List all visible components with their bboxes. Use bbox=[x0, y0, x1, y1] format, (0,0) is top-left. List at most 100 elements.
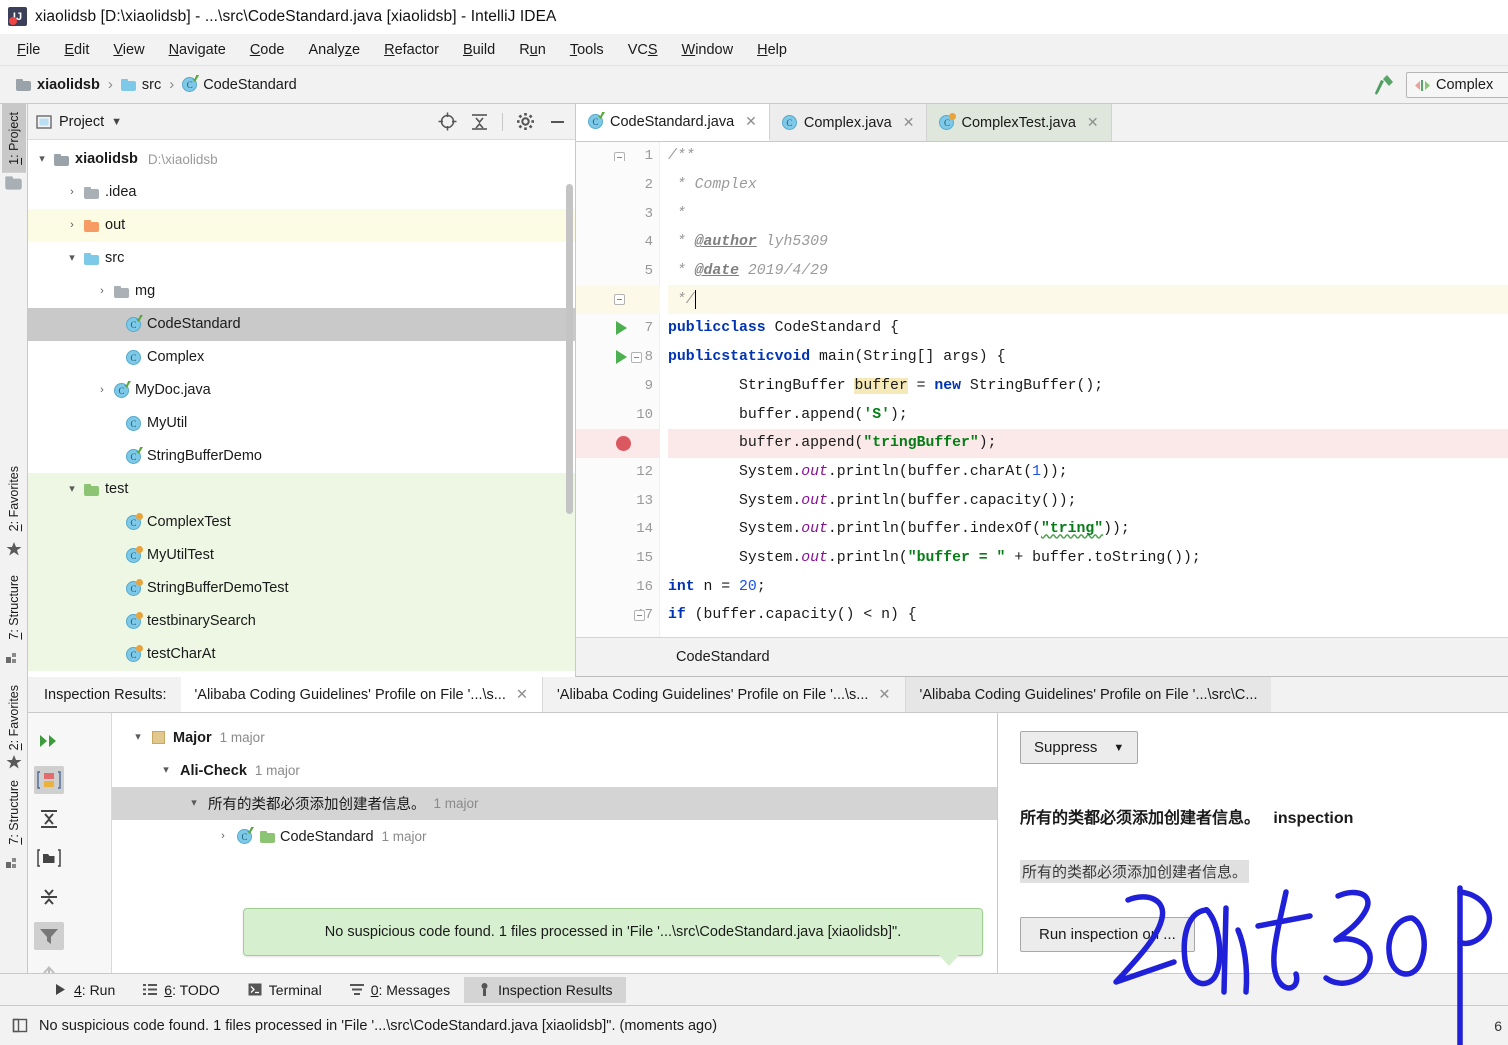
chevron-right-icon[interactable]: › bbox=[66, 220, 78, 231]
inspection-node-rule[interactable]: ▾ 所有的类都必须添加创建者信息。 1 major bbox=[112, 787, 997, 820]
menu-help[interactable]: Help bbox=[746, 39, 798, 61]
tree-node-mydoc[interactable]: › MyDoc.java bbox=[28, 374, 575, 407]
tree-node-stringbufferdemotest[interactable]: StringBufferDemoTest bbox=[28, 572, 575, 605]
close-icon[interactable]: ✕ bbox=[903, 114, 915, 131]
minimize-icon[interactable] bbox=[548, 112, 567, 131]
fold-region-icon[interactable] bbox=[631, 351, 642, 363]
menu-file[interactable]: File bbox=[6, 39, 51, 61]
tree-node-testcharat[interactable]: testCharAt bbox=[28, 638, 575, 671]
suppress-dropdown[interactable]: Suppress ▼ bbox=[1020, 731, 1139, 764]
sidebar-tab-favorites[interactable]: 2: Favorites bbox=[2, 458, 26, 539]
tree-node-complex[interactable]: Complex bbox=[28, 341, 575, 374]
sidebar-tab-favorites-2[interactable]: 2: Favorites bbox=[2, 677, 26, 752]
sidebar-tab-structure-2[interactable]: 7: Structure bbox=[2, 772, 26, 853]
breadcrumb-class[interactable]: CodeStandard bbox=[178, 75, 301, 95]
project-panel-title: Project bbox=[59, 113, 105, 130]
menu-code[interactable]: Code bbox=[239, 39, 296, 61]
menu-edit[interactable]: Edit bbox=[53, 39, 100, 61]
tree-node-xiaolidsb[interactable]: ▾ xiaolidsb D:\xiaolidsb bbox=[28, 143, 575, 176]
tree-node-myutil[interactable]: MyUtil bbox=[28, 407, 575, 440]
tool-window-todo[interactable]: 6: TODO bbox=[129, 977, 234, 1003]
gear-icon[interactable] bbox=[516, 112, 535, 131]
menu-build[interactable]: Build bbox=[452, 39, 506, 61]
sidebar-tab-project[interactable]: 1: Project bbox=[1, 104, 26, 173]
tool-window-inspection-results[interactable]: Inspection Results bbox=[464, 976, 627, 1003]
breadcrumb-module[interactable]: xiaolidsb bbox=[12, 75, 104, 95]
status-bar-right: 6 bbox=[1494, 1017, 1502, 1034]
editor-breadcrumbs[interactable]: CodeStandard bbox=[576, 637, 1508, 677]
menu-analyze[interactable]: Analyze bbox=[298, 39, 372, 61]
hammer-build-icon[interactable] bbox=[1370, 72, 1398, 98]
close-icon[interactable]: ✕ bbox=[745, 113, 757, 130]
chevron-down-icon[interactable]: ▼ bbox=[111, 116, 122, 128]
menu-view[interactable]: View bbox=[102, 39, 155, 61]
editor-tab-codestandard[interactable]: CodeStandard.java ✕ bbox=[576, 104, 770, 141]
run-inspection-button[interactable]: Run inspection on ... bbox=[1020, 917, 1195, 952]
chevron-down-icon[interactable]: ▾ bbox=[66, 484, 78, 495]
editor-tab-complextest[interactable]: ComplexTest.java ✕ bbox=[927, 104, 1112, 141]
close-icon[interactable]: ✕ bbox=[878, 687, 890, 703]
chevron-right-icon[interactable]: › bbox=[96, 286, 108, 297]
chevron-down-icon[interactable]: ▾ bbox=[36, 154, 48, 165]
menu-navigate[interactable]: Navigate bbox=[158, 39, 237, 61]
project-tree[interactable]: ▾ xiaolidsb D:\xiaolidsb › .idea › out ▾ bbox=[28, 140, 575, 677]
status-info-icon[interactable] bbox=[12, 1017, 29, 1034]
run-class-icon[interactable] bbox=[616, 321, 627, 336]
inspection-node-major[interactable]: ▾ Major 1 major bbox=[112, 721, 997, 754]
tree-node-myutiltest[interactable]: MyUtilTest bbox=[28, 539, 575, 572]
close-icon[interactable]: ✕ bbox=[516, 687, 528, 703]
breadcrumb-src[interactable]: src bbox=[117, 75, 165, 95]
inspection-tab-3[interactable]: 'Alibaba Coding Guidelines' Profile on F… bbox=[905, 677, 1272, 712]
breakpoint-icon[interactable] bbox=[616, 435, 631, 451]
code-editor[interactable]: 1 2 3 4 5 6 7 8 9 10 11 12 13 14 15 16 1 bbox=[576, 142, 1508, 637]
tree-node-out[interactable]: › out bbox=[28, 209, 575, 242]
editor-gutter[interactable]: 1 2 3 4 5 6 7 8 9 10 11 12 13 14 15 16 1 bbox=[576, 142, 660, 637]
tree-node-test[interactable]: ▾ test bbox=[28, 473, 575, 506]
tool-window-run[interactable]: 4: Run bbox=[40, 977, 129, 1003]
menu-vcs[interactable]: VCS bbox=[617, 39, 669, 61]
fold-region-icon[interactable] bbox=[634, 609, 645, 621]
tree-node-stringbufferdemo[interactable]: StringBufferDemo bbox=[28, 440, 575, 473]
tree-node-testbinarysearch[interactable]: testbinarySearch bbox=[28, 605, 575, 638]
inspection-tab-1[interactable]: 'Alibaba Coding Guidelines' Profile on F… bbox=[180, 677, 544, 712]
chevron-down-icon[interactable]: ▾ bbox=[132, 732, 144, 743]
locate-icon[interactable] bbox=[438, 112, 457, 131]
chevron-down-icon[interactable]: ▾ bbox=[66, 253, 78, 264]
fold-region-icon[interactable] bbox=[614, 151, 625, 161]
inspection-tab-2[interactable]: 'Alibaba Coding Guidelines' Profile on F… bbox=[543, 677, 906, 712]
project-tree-scrollbar[interactable] bbox=[566, 184, 573, 514]
menu-tools[interactable]: Tools bbox=[559, 39, 615, 61]
tree-node-codestandard[interactable]: CodeStandard bbox=[28, 308, 575, 341]
expand-all-button[interactable] bbox=[28, 799, 70, 838]
chevron-right-icon[interactable]: › bbox=[66, 187, 78, 198]
collapse-all-button[interactable] bbox=[28, 877, 70, 916]
inspection-icon bbox=[478, 982, 491, 997]
tree-node-mg[interactable]: › mg bbox=[28, 275, 575, 308]
tool-window-terminal[interactable]: Terminal bbox=[234, 977, 336, 1003]
collapse-all-icon[interactable] bbox=[470, 112, 489, 131]
sidebar-tab-structure[interactable]: 7: Structure bbox=[2, 567, 26, 648]
run-configuration-selector[interactable]: Complex bbox=[1406, 72, 1508, 98]
menu-refactor[interactable]: Refactor bbox=[373, 39, 450, 61]
tree-node-src[interactable]: ▾ src bbox=[28, 242, 575, 275]
filter-resolved-button[interactable] bbox=[28, 916, 70, 955]
tool-window-messages[interactable]: 0: Messages bbox=[336, 977, 464, 1003]
menu-run[interactable]: Run bbox=[508, 39, 557, 61]
fold-region-icon[interactable] bbox=[614, 293, 625, 305]
menu-window[interactable]: Window bbox=[671, 39, 745, 61]
chevron-down-icon[interactable]: ▾ bbox=[160, 765, 172, 776]
editor-tab-complex[interactable]: Complex.java ✕ bbox=[769, 104, 928, 141]
code-content[interactable]: /** * Complex * * @author lyh5309 * @dat… bbox=[660, 142, 1508, 637]
inspection-node-alicheck[interactable]: ▾ Ali-Check 1 major bbox=[112, 754, 997, 787]
rerun-inspection-button[interactable] bbox=[28, 721, 70, 760]
close-icon[interactable]: ✕ bbox=[1087, 114, 1099, 131]
chevron-down-icon[interactable]: ▾ bbox=[188, 798, 200, 809]
group-by-module-button[interactable] bbox=[28, 838, 70, 877]
inspection-node-codestandard[interactable]: › CodeStandard 1 major bbox=[112, 820, 997, 853]
severity-filter-button[interactable] bbox=[28, 760, 70, 799]
chevron-right-icon[interactable]: › bbox=[96, 385, 108, 396]
tree-node-complextest[interactable]: ComplexTest bbox=[28, 506, 575, 539]
chevron-right-icon[interactable]: › bbox=[217, 831, 229, 842]
run-method-icon[interactable] bbox=[616, 350, 627, 365]
tree-node-idea[interactable]: › .idea bbox=[28, 176, 575, 209]
